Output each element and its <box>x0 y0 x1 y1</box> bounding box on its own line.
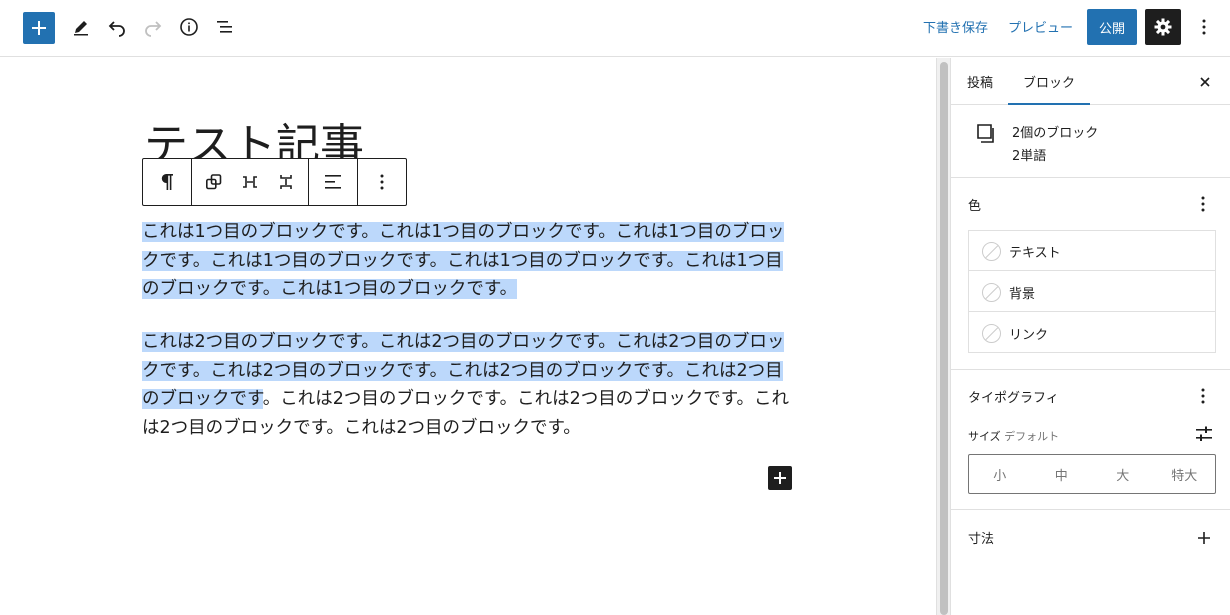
group-icon <box>205 174 222 190</box>
preview-button[interactable]: プレビュー <box>1008 17 1073 36</box>
plus-icon <box>1198 532 1210 544</box>
sidebar-tabs: 投稿 ブロック <box>951 58 1230 105</box>
editor-canvas[interactable]: テスト記事 これは1つ目のブロックです。これは1つ目のブロックです。これは1つ目… <box>0 58 936 615</box>
empty-swatch-icon <box>982 324 1001 343</box>
editor-header: 下書き保存 プレビュー 公開 <box>0 0 1230 57</box>
color-item-text[interactable]: テキスト <box>969 231 1215 271</box>
settings-sidebar: 投稿 ブロック 2個のブロック 2単語 色 テキスト 背景 リンク タイポグラフ… <box>950 58 1230 615</box>
align-group <box>309 159 358 205</box>
close-sidebar-button[interactable] <box>1193 70 1217 94</box>
pencil-icon <box>74 21 88 36</box>
transform-group <box>192 159 309 205</box>
paragraph-block-button[interactable] <box>147 159 187 205</box>
canvas-scrollbar[interactable] <box>936 58 950 615</box>
undo-button[interactable] <box>101 11 133 43</box>
dimensions-panel-title: 寸法 <box>968 532 995 547</box>
color-item-background[interactable]: 背景 <box>969 272 1215 312</box>
undo-icon <box>108 21 125 37</box>
redo-button[interactable] <box>137 11 169 43</box>
save-draft-button[interactable]: 下書き保存 <box>923 17 988 36</box>
color-list: テキスト 背景 リンク <box>968 230 1216 353</box>
color-panel: 色 テキスト 背景 リンク <box>951 178 1230 370</box>
options-group <box>358 159 406 205</box>
font-size-label-text: サイズ <box>968 430 1001 443</box>
block-card: 2個のブロック 2単語 <box>951 106 1230 178</box>
color-item-link[interactable]: リンク <box>969 313 1215 353</box>
paragraph-block-2[interactable]: これは2つ目のブロックです。これは2つ目のブロックです。これは2つ目のブロックで… <box>142 328 796 442</box>
font-size-medium[interactable]: 中 <box>1031 455 1093 493</box>
options-button[interactable] <box>1192 11 1216 43</box>
gear-icon <box>1154 18 1172 36</box>
color-options-button[interactable] <box>1195 192 1211 216</box>
details-button[interactable] <box>173 11 205 43</box>
tab-post[interactable]: 投稿 <box>967 72 993 91</box>
publish-button[interactable]: 公開 <box>1087 9 1137 45</box>
dimensions-panel: 寸法 <box>951 510 1230 570</box>
more-vertical-icon <box>1201 388 1205 404</box>
color-item-label: リンク <box>1009 328 1049 343</box>
selected-text: これは1つ目のブロックです。これは1つ目のブロックです。これは1つ目のブロックで… <box>142 222 785 299</box>
more-vertical-icon <box>1201 196 1205 212</box>
empty-swatch-icon <box>982 283 1001 302</box>
more-vertical-icon <box>1202 19 1206 35</box>
copy-blocks-icon <box>977 124 994 143</box>
empty-swatch-icon <box>982 242 1001 261</box>
close-icon <box>1200 77 1210 87</box>
align-left-icon <box>325 175 341 189</box>
typography-panel: タイポグラフィ サイズ デフォルト 小 中 大 特大 <box>951 370 1230 510</box>
row-icon <box>243 176 257 188</box>
color-item-label: 背景 <box>1009 287 1036 302</box>
group-button[interactable] <box>196 159 232 205</box>
color-panel-title: 色 <box>968 199 982 214</box>
add-block-button[interactable] <box>23 12 55 44</box>
block-card-title: 2個のブロック <box>1012 126 1099 141</box>
plus-icon <box>774 472 786 484</box>
block-options-button[interactable] <box>362 159 402 205</box>
color-item-label: テキスト <box>1009 246 1061 261</box>
plus-icon <box>32 21 46 35</box>
more-vertical-icon <box>380 174 384 190</box>
font-size-label: サイズ デフォルト <box>968 428 1059 444</box>
font-size-x-large[interactable]: 特大 <box>1154 455 1216 493</box>
list-view-icon <box>217 21 232 33</box>
typography-panel-title: タイポグラフィ <box>968 391 1059 406</box>
block-toolbar <box>142 158 407 206</box>
stack-icon <box>280 175 292 189</box>
list-view-button[interactable] <box>209 11 241 43</box>
paragraph-icon <box>161 174 173 190</box>
block-inserter-button[interactable] <box>768 466 792 490</box>
custom-size-icon[interactable] <box>1195 425 1213 443</box>
row-button[interactable] <box>232 159 268 205</box>
tools-button[interactable] <box>65 11 97 43</box>
align-button[interactable] <box>313 159 353 205</box>
settings-button[interactable] <box>1145 9 1181 45</box>
active-tab-indicator <box>1008 103 1090 105</box>
font-size-small[interactable]: 小 <box>969 455 1031 493</box>
dimensions-add-button[interactable] <box>1194 526 1214 550</box>
redo-icon <box>145 21 162 37</box>
paragraph-block-1[interactable]: これは1つ目のブロックです。これは1つ目のブロックです。これは1つ目のブロックで… <box>142 218 796 304</box>
scrollbar-thumb[interactable] <box>940 62 948 615</box>
tab-block[interactable]: ブロック <box>1023 72 1075 91</box>
info-icon <box>180 18 198 36</box>
font-size-large[interactable]: 大 <box>1092 455 1154 493</box>
typography-options-button[interactable] <box>1195 384 1211 408</box>
word-count: 2単語 <box>1012 149 1047 164</box>
stack-button[interactable] <box>268 159 304 205</box>
block-type-group <box>143 159 192 205</box>
font-size-value: デフォルト <box>1004 430 1060 443</box>
font-size-picker: 小 中 大 特大 <box>968 454 1216 494</box>
